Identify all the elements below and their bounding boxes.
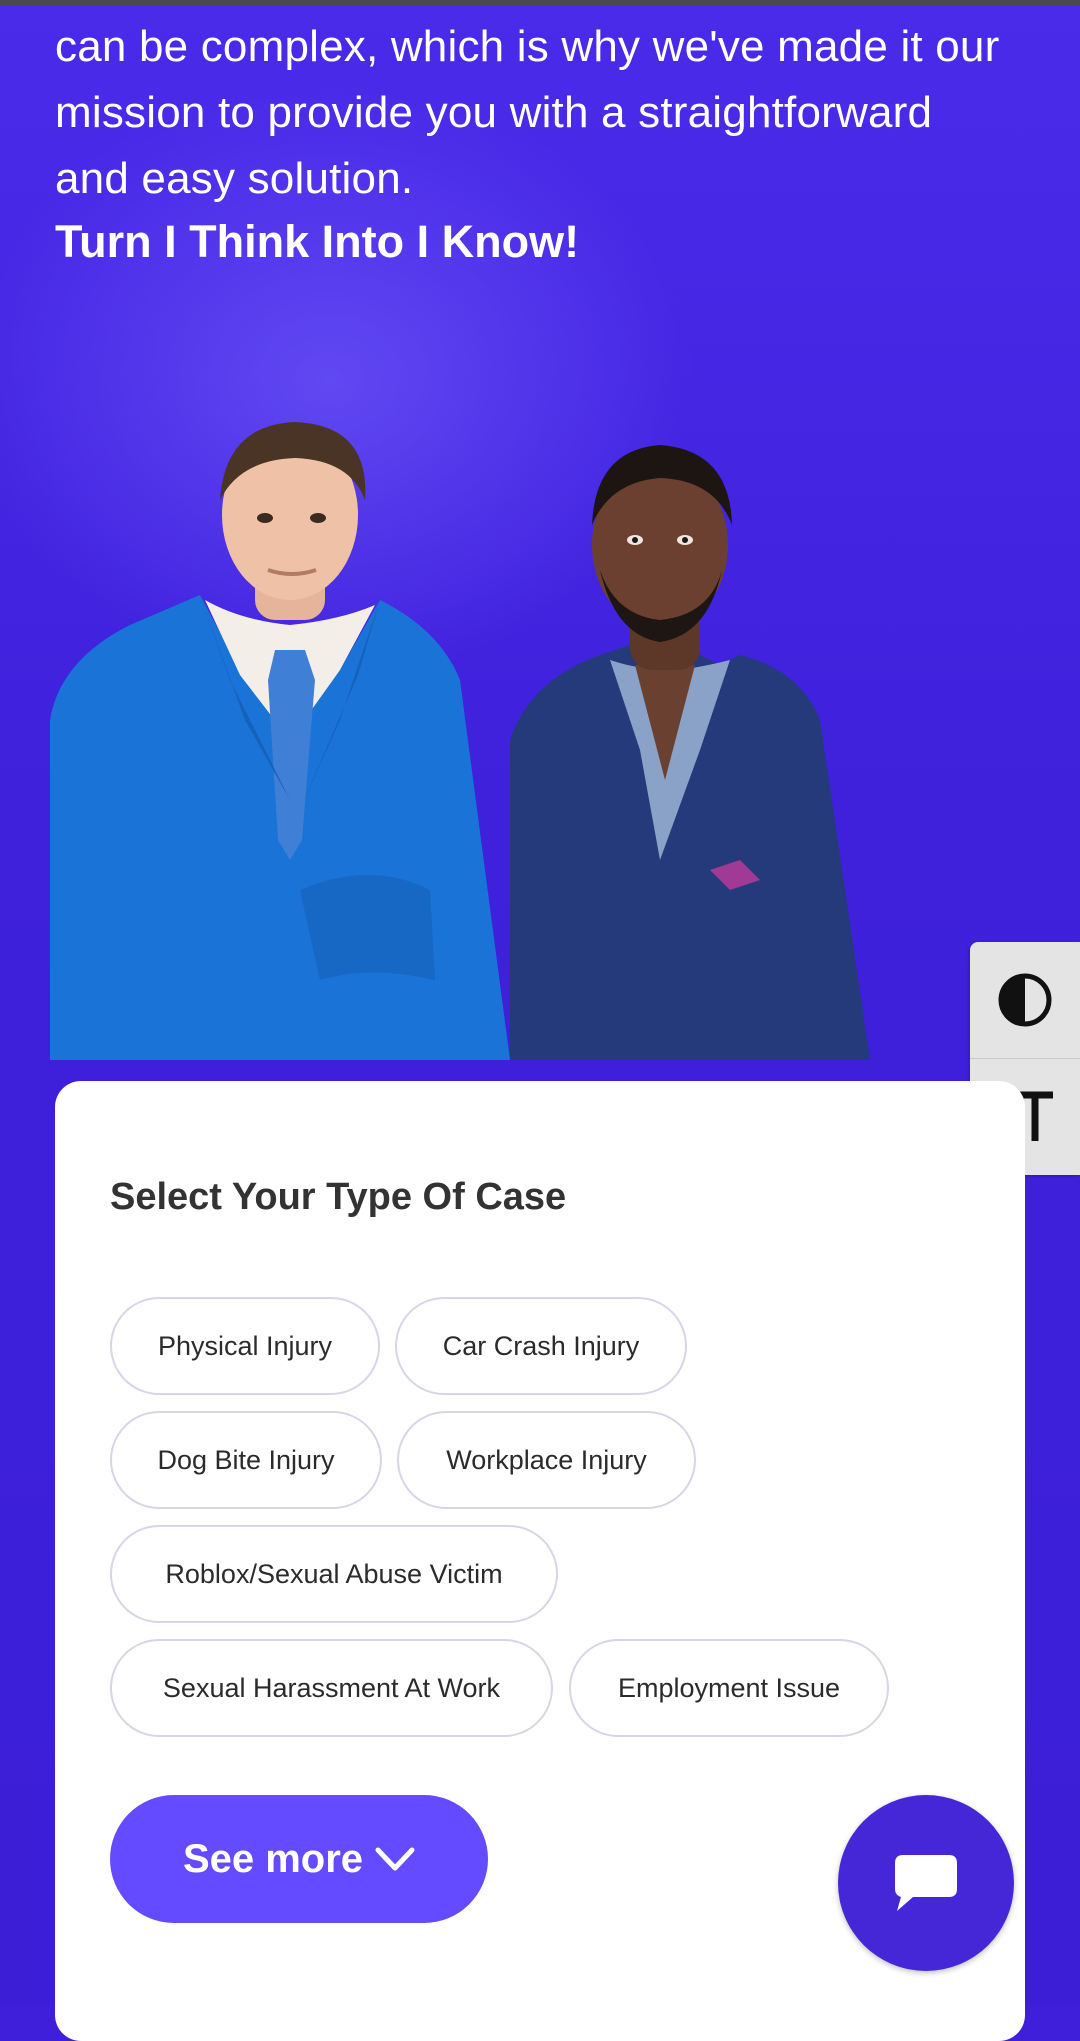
contrast-toggle-button[interactable] <box>970 942 1080 1058</box>
chat-bubble-icon <box>895 1855 957 1911</box>
see-more-button[interactable]: See more <box>110 1795 488 1923</box>
top-edge-bar <box>0 0 1080 5</box>
case-option-roblox-sexual-abuse-victim[interactable]: Roblox/Sexual Abuse Victim <box>110 1525 558 1623</box>
see-more-label: See more <box>182 1836 364 1881</box>
hero-tagline: Turn I Think Into I Know! <box>55 216 580 267</box>
chevron-down-icon <box>375 1847 415 1871</box>
case-option-car-crash-injury[interactable]: Car Crash Injury <box>395 1297 687 1395</box>
hero-intro-text: can be complex, which is why we've made … <box>55 22 1000 203</box>
man-left-illustration <box>50 422 510 1060</box>
case-option-workplace-injury[interactable]: Workplace Injury <box>397 1411 696 1509</box>
case-option-physical-injury[interactable]: Physical Injury <box>110 1297 380 1395</box>
man-right-illustration <box>510 445 870 1060</box>
hero-photo-two-men <box>50 422 870 1060</box>
case-option-sexual-harassment-at-work[interactable]: Sexual Harassment At Work <box>110 1639 553 1737</box>
contrast-icon <box>998 973 1052 1027</box>
case-option-employment-issue[interactable]: Employment Issue <box>569 1639 889 1737</box>
chat-launcher-button[interactable] <box>838 1795 1014 1971</box>
case-option-dog-bite-injury[interactable]: Dog Bite Injury <box>110 1411 382 1509</box>
case-type-title: Select Your Type Of Case <box>110 1176 567 1218</box>
